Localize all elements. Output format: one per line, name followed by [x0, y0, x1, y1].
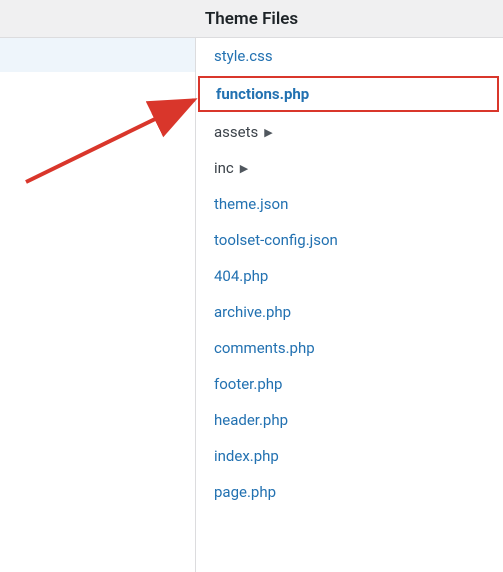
panel-header: Theme Files — [0, 0, 503, 38]
file-item-functions-php[interactable]: functions.php — [198, 76, 499, 112]
left-panel-rest — [0, 72, 196, 572]
file-label: comments.php — [214, 339, 315, 357]
file-item-toolset-config-json[interactable]: toolset-config.json — [196, 222, 503, 258]
file-label: page.php — [214, 483, 276, 501]
left-panel — [0, 38, 196, 538]
left-highlight-strip — [0, 38, 196, 72]
file-item-header-php[interactable]: header.php — [196, 402, 503, 438]
file-label: archive.php — [214, 303, 291, 321]
file-label: style.css — [214, 47, 273, 65]
file-list: style.css functions.php assets ▶ inc ▶ t… — [196, 38, 503, 538]
file-item-style-css[interactable]: style.css — [196, 38, 503, 74]
file-item-theme-json[interactable]: theme.json — [196, 186, 503, 222]
folder-label: inc — [214, 159, 234, 177]
file-label: toolset-config.json — [214, 231, 338, 249]
folder-item-assets[interactable]: assets ▶ — [196, 114, 503, 150]
file-item-comments-php[interactable]: comments.php — [196, 330, 503, 366]
chevron-right-icon: ▶ — [240, 162, 248, 175]
file-label: header.php — [214, 411, 288, 429]
file-label: theme.json — [214, 195, 288, 213]
folder-label: assets — [214, 123, 258, 141]
file-item-index-php[interactable]: index.php — [196, 438, 503, 474]
panel-body: style.css functions.php assets ▶ inc ▶ t… — [0, 38, 503, 538]
file-label: 404.php — [214, 267, 268, 285]
panel-title: Theme Files — [205, 9, 298, 29]
file-label: footer.php — [214, 375, 282, 393]
chevron-right-icon: ▶ — [264, 126, 272, 139]
file-item-404-php[interactable]: 404.php — [196, 258, 503, 294]
file-label: functions.php — [216, 85, 309, 103]
file-label: index.php — [214, 447, 279, 465]
folder-item-inc[interactable]: inc ▶ — [196, 150, 503, 186]
file-item-page-php[interactable]: page.php — [196, 474, 503, 510]
file-item-archive-php[interactable]: archive.php — [196, 294, 503, 330]
file-item-footer-php[interactable]: footer.php — [196, 366, 503, 402]
